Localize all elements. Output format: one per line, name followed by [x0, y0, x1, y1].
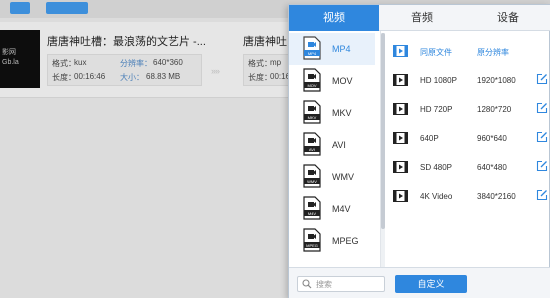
mp4-file-icon: MP4: [303, 36, 321, 60]
film-icon: [393, 190, 408, 202]
format-label: M4V: [332, 204, 351, 214]
preset-resolution: 1920*1080: [477, 76, 516, 85]
preset-resolution: 原分辨率: [477, 48, 509, 57]
preset-name: 640P: [420, 134, 439, 143]
duration-value: 00:16:46: [74, 72, 106, 81]
film-icon: [393, 161, 408, 173]
popup-bottom-bar: 自定义: [289, 267, 550, 298]
resolution-value: 640*360: [153, 58, 183, 67]
m4v-file-icon: M4V: [303, 196, 321, 220]
format-label: MKV: [332, 108, 352, 118]
size-value: 68.83 MB: [146, 72, 181, 81]
format-list: MP4 MP4 MOV MOV MKV MKV AVI AVI WMV WMV …: [289, 31, 381, 267]
format-item-mp4[interactable]: MP4 MP4: [289, 33, 375, 65]
preset-list: 同原文件 原分辨率 HD 1080P 1920*1080 HD 720P 128…: [385, 31, 550, 267]
format-label: 格式：: [248, 59, 272, 68]
mov-file-icon: MOV: [303, 68, 321, 92]
resolution-label: 分辨率：: [120, 59, 152, 68]
film-icon: [393, 103, 408, 115]
preset-name: 同原文件: [420, 48, 452, 57]
thumbnail-text: Gb.la: [2, 59, 19, 66]
format-value: mp: [270, 58, 282, 67]
format-value: kux: [74, 58, 87, 67]
format-label: MP4: [332, 44, 351, 54]
preset-row-sd480[interactable]: SD 480P 640*480: [385, 153, 550, 182]
format-badge: MPEG: [306, 243, 318, 248]
tab-audio[interactable]: 音频: [379, 5, 465, 31]
format-item-mov[interactable]: MOV MOV: [289, 65, 375, 97]
output-file-title: 唐唐神吐: [243, 36, 287, 48]
format-badge: M4V: [308, 211, 317, 216]
preset-name: HD 720P: [420, 105, 453, 114]
duration-label: 长度：: [248, 73, 272, 82]
preset-name: 4K Video: [420, 192, 453, 201]
tab-video[interactable]: 视频: [289, 5, 379, 31]
mpeg-file-icon: MPEG: [303, 228, 321, 252]
convert-arrow-icon: ››››: [211, 66, 220, 76]
format-badge: WMV: [307, 179, 317, 184]
avi-file-icon: AVI: [303, 132, 321, 156]
edit-icon[interactable]: [536, 73, 548, 85]
format-item-mpeg[interactable]: MPEG MPEG: [289, 225, 375, 257]
file-title: 唐唐神吐槽：最浪荡的文艺片 -...: [47, 36, 206, 48]
preset-row-source[interactable]: 同原文件 原分辨率: [385, 37, 550, 66]
mkv-file-icon: MKV: [303, 100, 321, 124]
edit-icon[interactable]: [536, 189, 548, 201]
edit-icon[interactable]: [536, 131, 548, 143]
format-item-avi[interactable]: AVI AVI: [289, 129, 375, 161]
preset-row-640p[interactable]: 640P 960*640: [385, 124, 550, 153]
format-item-mkv[interactable]: MKV MKV: [289, 97, 375, 129]
tab-device[interactable]: 设备: [465, 5, 550, 31]
format-badge: MP4: [308, 51, 317, 56]
film-icon: [393, 74, 408, 86]
format-item-m4v[interactable]: M4V M4V: [289, 193, 375, 225]
toolbar-button[interactable]: [10, 2, 30, 14]
format-label: 格式：: [52, 59, 76, 68]
search-icon: [302, 279, 312, 289]
file-row[interactable]: 影网 Gb.la 唐唐神吐槽：最浪荡的文艺片 -... 格式： kux 分辨率：…: [0, 22, 303, 98]
search-input[interactable]: [316, 278, 382, 290]
preset-row-4k[interactable]: 4K Video 3840*2160: [385, 182, 550, 211]
format-tabs: 视频 音频 设备: [289, 5, 550, 31]
format-label: AVI: [332, 140, 346, 150]
format-label: MPEG: [332, 236, 359, 246]
preset-resolution: 1280*720: [477, 105, 512, 114]
format-label: WMV: [332, 172, 354, 182]
thumbnail-text: 影网: [2, 49, 16, 56]
film-icon: [393, 132, 408, 144]
film-icon: [393, 45, 408, 57]
preset-resolution: 3840*2160: [477, 192, 516, 201]
format-badge: MOV: [307, 83, 316, 88]
format-item-wmv[interactable]: WMV WMV: [289, 161, 375, 193]
format-popup: 视频 音频 设备 MP4 MP4 MOV MOV MKV MKV AVI AVI…: [288, 4, 550, 298]
preset-row-hd720[interactable]: HD 720P 1280*720: [385, 95, 550, 124]
video-thumbnail: 影网 Gb.la: [0, 30, 40, 88]
format-badge: MKV: [308, 115, 317, 120]
search-box[interactable]: [297, 276, 385, 292]
preset-resolution: 640*480: [477, 163, 507, 172]
preset-name: HD 1080P: [420, 76, 457, 85]
size-label: 大小：: [120, 73, 144, 82]
format-badge: AVI: [309, 147, 315, 152]
preset-name: SD 480P: [420, 163, 453, 172]
file-info: 格式： kux 分辨率： 640*360 长度： 00:16:46 大小： 68…: [47, 54, 202, 86]
toolbar-button[interactable]: [46, 2, 88, 14]
duration-label: 长度：: [52, 73, 76, 82]
preset-row-hd1080[interactable]: HD 1080P 1920*1080: [385, 66, 550, 95]
wmv-file-icon: WMV: [303, 164, 321, 188]
custom-button[interactable]: 自定义: [395, 275, 467, 293]
edit-icon[interactable]: [536, 102, 548, 114]
format-label: MOV: [332, 76, 353, 86]
preset-resolution: 960*640: [477, 134, 507, 143]
edit-icon[interactable]: [536, 160, 548, 172]
